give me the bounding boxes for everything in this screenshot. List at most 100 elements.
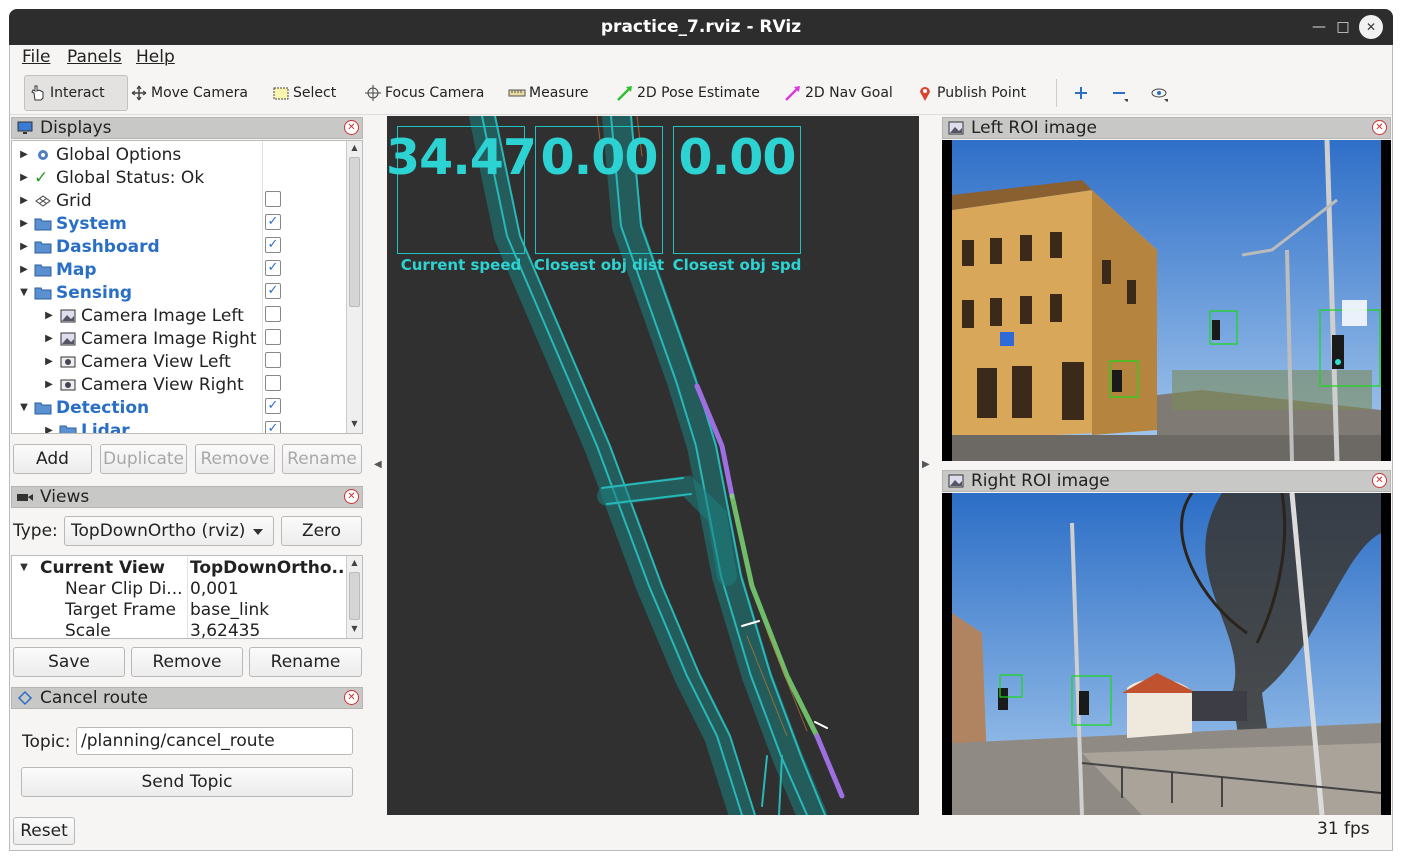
save-view-button[interactable]: Save bbox=[13, 647, 125, 677]
add-tool-button[interactable] bbox=[1072, 75, 1090, 111]
display-item-camera-image-left[interactable]: ▶ Camera Image Left bbox=[43, 304, 244, 327]
tool-publish-point[interactable]: Publish Point bbox=[916, 75, 1026, 111]
close-panel-icon[interactable]: ✕ bbox=[344, 489, 359, 504]
checkbox-camera-view-left[interactable] bbox=[265, 352, 281, 368]
checkbox-camera-image-right[interactable] bbox=[265, 329, 281, 345]
tool-2d-nav-goal[interactable]: 2D Nav Goal bbox=[784, 75, 893, 111]
view-type-select[interactable]: TopDownOrtho (rviz) bbox=[64, 516, 274, 546]
ruler-icon bbox=[508, 89, 526, 97]
views-title: Views bbox=[40, 487, 90, 507]
expand-arrow-icon[interactable]: ▶ bbox=[18, 241, 30, 252]
scroll-up-icon[interactable]: ▲ bbox=[347, 141, 362, 155]
display-item-label: Camera Image Left bbox=[81, 305, 244, 326]
close-panel-icon[interactable]: ✕ bbox=[344, 120, 359, 135]
views-scrollbar[interactable]: ▲ ▼ bbox=[346, 556, 362, 638]
close-panel-icon[interactable]: ✕ bbox=[344, 690, 359, 705]
display-item-camera-image-right[interactable]: ▶ Camera Image Right bbox=[43, 327, 256, 350]
remove-view-button[interactable]: Remove bbox=[131, 647, 243, 677]
expand-arrow-icon[interactable]: ▶ bbox=[18, 218, 30, 229]
checkbox-lidar[interactable]: ✓ bbox=[265, 421, 281, 433]
maximize-icon[interactable]: □ bbox=[1331, 15, 1355, 39]
menu-file[interactable]: File bbox=[22, 47, 50, 67]
duplicate-display-button[interactable]: Duplicate bbox=[100, 444, 187, 474]
close-window-icon[interactable]: ✕ bbox=[1359, 15, 1383, 39]
view-row-key: Current View bbox=[40, 557, 165, 578]
display-item-system[interactable]: ▶ System bbox=[18, 212, 127, 235]
tool-move-camera-label: Move Camera bbox=[151, 85, 248, 101]
scroll-down-icon[interactable]: ▼ bbox=[347, 417, 362, 431]
render-viewport[interactable]: 34.47 0.00 0.00 Current speed Closest ob… bbox=[387, 116, 919, 815]
checkbox-camera-view-right[interactable] bbox=[265, 375, 281, 391]
tool-move-camera[interactable]: Move Camera bbox=[130, 75, 248, 111]
scroll-up-icon[interactable]: ▲ bbox=[347, 556, 362, 570]
tool-2d-pose-estimate[interactable]: 2D Pose Estimate bbox=[616, 75, 760, 111]
scroll-down-icon[interactable]: ▼ bbox=[347, 622, 362, 636]
remove-display-button[interactable]: Remove bbox=[195, 444, 275, 474]
checkbox-sensing[interactable]: ✓ bbox=[265, 283, 281, 299]
display-item-dashboard[interactable]: ▶ Dashboard bbox=[18, 235, 160, 258]
displays-scrollbar[interactable]: ▲ ▼ bbox=[346, 141, 362, 433]
expand-arrow-icon[interactable]: ▶ bbox=[18, 172, 30, 183]
display-item-sensing[interactable]: ▼ Sensing bbox=[18, 281, 132, 304]
view-row-value[interactable]: base_link bbox=[190, 598, 269, 621]
reset-button[interactable]: Reset bbox=[13, 817, 75, 845]
display-item-label: System bbox=[56, 213, 127, 234]
tool-focus-camera[interactable]: Focus Camera bbox=[364, 75, 484, 111]
pose-arrow-icon bbox=[617, 86, 632, 101]
tool-interact[interactable]: Interact bbox=[24, 75, 128, 111]
camera-icon bbox=[60, 379, 76, 390]
collapse-left-arrow-icon[interactable]: ◀ bbox=[374, 459, 382, 470]
display-item-camera-view-right[interactable]: ▶ Camera View Right bbox=[43, 373, 244, 396]
window-titlebar: practice_7.rviz - RViz — □ ✕ bbox=[9, 9, 1393, 45]
rename-display-button[interactable]: Rename bbox=[282, 444, 362, 474]
view-row-value[interactable]: 0,001 bbox=[190, 577, 239, 600]
expand-arrow-icon[interactable]: ▶ bbox=[43, 356, 55, 367]
collapse-arrow-icon[interactable]: ▼ bbox=[18, 402, 30, 413]
checkbox-camera-image-left[interactable] bbox=[265, 306, 281, 322]
right-roi-panel-header: Right ROI image ✕ bbox=[942, 470, 1391, 492]
checkbox-grid[interactable] bbox=[265, 191, 281, 207]
display-item-map[interactable]: ▶ Map bbox=[18, 258, 96, 281]
rename-view-button[interactable]: Rename bbox=[249, 647, 362, 677]
expand-arrow-icon[interactable]: ▶ bbox=[43, 333, 55, 344]
checkbox-detection[interactable]: ✓ bbox=[265, 398, 281, 414]
collapse-arrow-icon[interactable]: ▼ bbox=[18, 287, 30, 298]
views-panel-header: Views ✕ bbox=[11, 486, 363, 508]
topic-input[interactable]: /planning/cancel_route bbox=[76, 727, 353, 755]
close-panel-icon[interactable]: ✕ bbox=[1372, 473, 1387, 488]
checkbox-dashboard[interactable]: ✓ bbox=[265, 237, 281, 253]
display-item-lidar[interactable]: ▶ Lidar bbox=[43, 419, 130, 433]
display-item-camera-view-left[interactable]: ▶ Camera View Left bbox=[43, 350, 231, 373]
display-item-grid[interactable]: ▶ Grid bbox=[18, 189, 92, 212]
expand-arrow-icon[interactable]: ▶ bbox=[18, 264, 30, 275]
send-topic-button[interactable]: Send Topic bbox=[21, 767, 353, 797]
expand-arrow-icon[interactable]: ▶ bbox=[18, 149, 30, 160]
collapse-right-arrow-icon[interactable]: ▶ bbox=[922, 459, 930, 470]
scrollbar-thumb[interactable] bbox=[349, 572, 360, 620]
expand-arrow-icon[interactable]: ▶ bbox=[43, 379, 55, 390]
close-panel-icon[interactable]: ✕ bbox=[1372, 120, 1387, 135]
display-item-global-status[interactable]: ▶ ✓ Global Status: Ok bbox=[18, 166, 204, 189]
view-row-value[interactable]: 3,62435 bbox=[190, 619, 260, 639]
expand-arrow-icon[interactable]: ▶ bbox=[43, 310, 55, 321]
display-item-global-options[interactable]: ▶ Global Options bbox=[18, 143, 181, 166]
add-display-button[interactable]: Add bbox=[13, 444, 92, 474]
tool-select[interactable]: Select bbox=[272, 75, 336, 111]
view-row-current-view[interactable]: ▼ Current View bbox=[18, 556, 165, 579]
checkbox-system[interactable]: ✓ bbox=[265, 214, 281, 230]
scrollbar-thumb[interactable] bbox=[349, 157, 360, 307]
zero-button[interactable]: Zero bbox=[281, 516, 362, 546]
menu-panels[interactable]: Panels bbox=[67, 47, 122, 67]
collapse-arrow-icon[interactable]: ▼ bbox=[18, 562, 30, 573]
checkbox-map[interactable]: ✓ bbox=[265, 260, 281, 276]
remove-tool-button[interactable] bbox=[1110, 75, 1128, 111]
minimize-icon[interactable]: — bbox=[1307, 15, 1331, 39]
image-icon bbox=[60, 309, 76, 322]
menu-help[interactable]: Help bbox=[136, 47, 175, 67]
expand-arrow-icon[interactable]: ▶ bbox=[43, 425, 55, 433]
display-item-detection[interactable]: ▼ Detection bbox=[18, 396, 149, 419]
tool-properties-button[interactable] bbox=[1150, 75, 1168, 111]
folder-icon bbox=[34, 402, 52, 414]
expand-arrow-icon[interactable]: ▶ bbox=[18, 195, 30, 206]
tool-measure[interactable]: Measure bbox=[508, 75, 589, 111]
